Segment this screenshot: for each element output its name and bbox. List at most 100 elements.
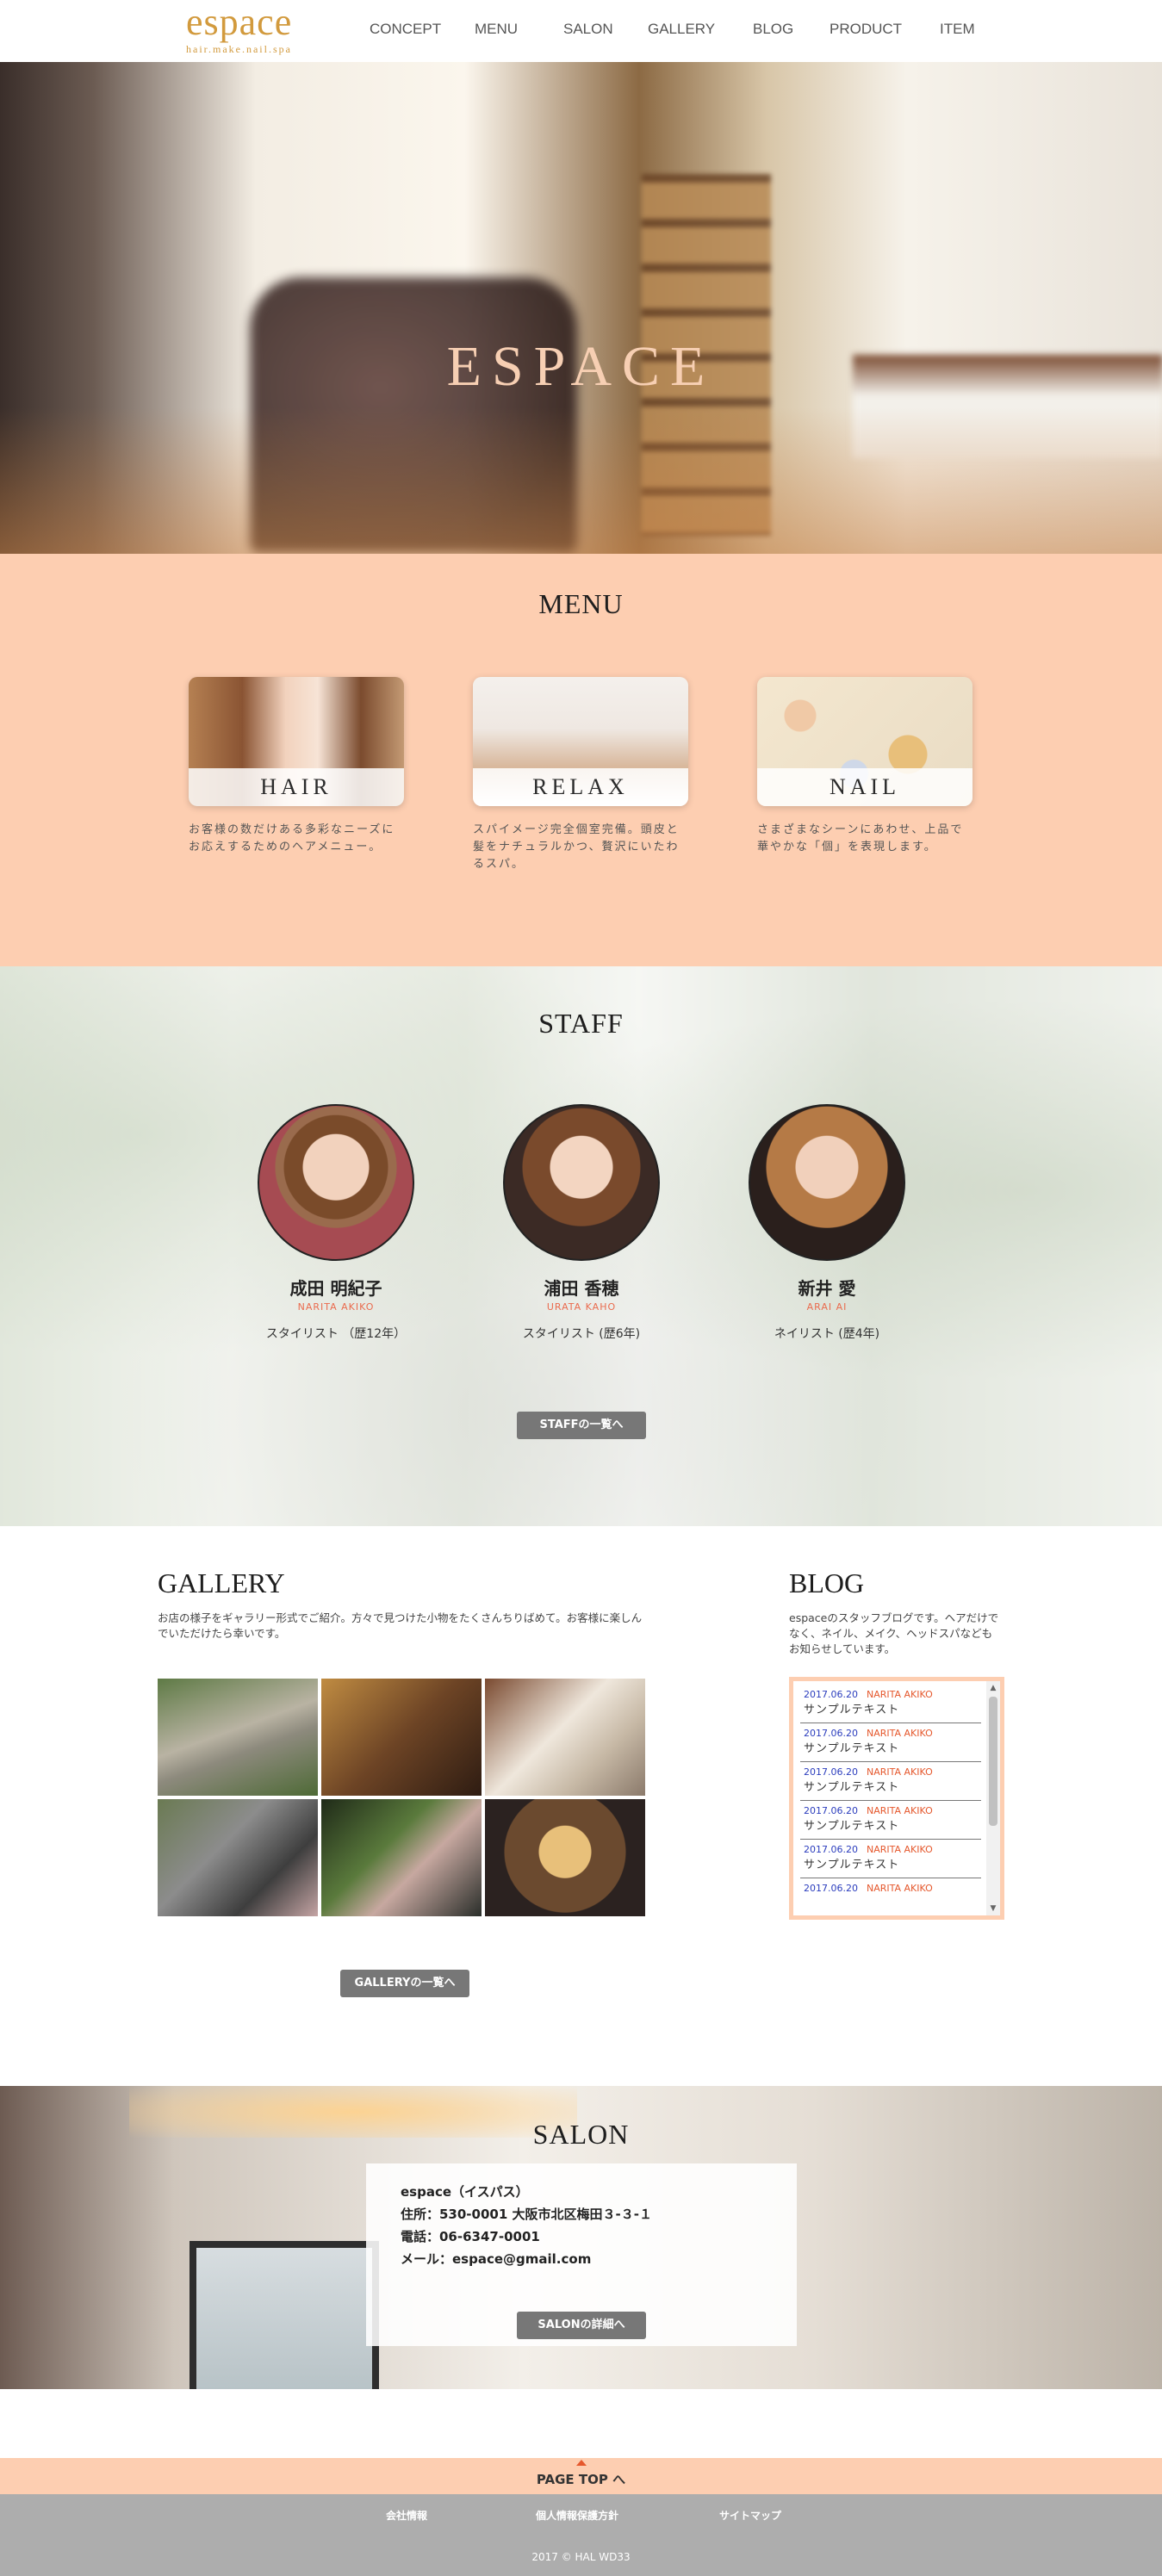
nav-gallery[interactable]: GALLERY <box>648 21 715 38</box>
nav-item[interactable]: ITEM <box>940 21 975 38</box>
scroll-up-icon[interactable]: ▲ <box>986 1681 1000 1695</box>
staff-list-button[interactable]: STAFFの一覧へ <box>517 1412 646 1439</box>
blog-feed[interactable]: 2017.06.20 NARITA AKIKO サンプルテキスト 2017.06.… <box>789 1677 1004 1920</box>
staff-name-romaji: URATA KAHO <box>546 1301 617 1313</box>
salon-email: メール：espace@gmail.com <box>401 2251 592 2267</box>
staff-name-romaji: NARITA AKIKO <box>297 1301 375 1313</box>
gallery-thumb[interactable] <box>485 1679 645 1796</box>
blog-author: NARITA AKIKO <box>866 1689 933 1700</box>
gallery-thumb[interactable] <box>485 1799 645 1916</box>
gallery-thumb[interactable] <box>158 1799 318 1916</box>
page-top-link[interactable]: PAGE TOP へ <box>537 2470 625 2488</box>
nav-menu[interactable]: MENU <box>475 21 518 38</box>
blog-date: 2017.06.20 <box>804 1766 858 1778</box>
menu-relax-desc: スパイメージ完全個室完備。頭皮と髪をナチュラルかつ、贅沢にいたわるスパ。 <box>473 823 680 871</box>
blog-desc: espaceのスタッフブログです。ヘアだけでなく、ネイル、メイク、ヘッドスパなど… <box>789 1611 999 1655</box>
blog-author: NARITA AKIKO <box>866 1883 933 1894</box>
gallery-list-button[interactable]: GALLERYの一覧へ <box>340 1970 469 1997</box>
hero-title: ESPACE <box>446 335 716 398</box>
main-nav: CONCEPT MENU SALON GALLERY BLOG PRODUCT … <box>0 21 1162 41</box>
staff-title: STAFF <box>538 1008 624 1039</box>
menu-card-hair[interactable]: HAIR お客様の数だけある多彩なニーズにお応えするためのヘアメニュー。 <box>189 677 404 856</box>
spacer <box>0 2389 1162 2458</box>
salon-section: SALON espace（イスパス） 住所：530-0001 大阪市北区梅田３-… <box>0 2086 1162 2389</box>
staff-name: 成田 明紀子 <box>289 1278 382 1299</box>
blog-date: 2017.06.20 <box>804 1728 858 1739</box>
logo-tagline: hair.make.nail.spa <box>186 43 292 55</box>
blog-entry[interactable]: 2017.06.20 NARITA AKIKO サンプルテキスト <box>800 1685 981 1723</box>
menu-card-relax[interactable]: RELAX スパイメージ完全個室完備。頭皮と髪をナチュラルかつ、贅沢にいたわるス… <box>473 677 688 873</box>
menu-relax-photo[interactable]: RELAX <box>473 677 688 806</box>
staff-member[interactable]: 浦田 香穂 URATA KAHO スタイリスト (歴6年) <box>478 1104 685 1342</box>
menu-card-nail[interactable]: NAIL さまざまなシーンにあわせ、上品で華やかな「個」を表現します。 <box>757 677 972 856</box>
blog-title: BLOG <box>789 1567 865 1598</box>
footer-link-privacy[interactable]: 個人情報保護方針 <box>536 2508 618 2523</box>
menu-hair-label: HAIR <box>189 768 404 806</box>
menu-section: MENU HAIR お客様の数だけある多彩なニーズにお応えするためのヘアメニュー… <box>0 554 1162 966</box>
staff-member[interactable]: 成田 明紀子 NARITA AKIKO スタイリスト （歴12年） <box>233 1104 439 1342</box>
menu-title: MENU <box>538 588 624 619</box>
staff-avatar[interactable] <box>258 1104 414 1261</box>
gallery-title: GALLERY <box>158 1567 285 1598</box>
staff-name: 浦田 香穂 <box>544 1278 619 1299</box>
blog-entry[interactable]: 2017.06.20 NARITA AKIKO サンプルテキスト <box>800 1723 981 1762</box>
hero-banner: ESPACE <box>0 62 1162 554</box>
blog-author: NARITA AKIKO <box>866 1844 933 1855</box>
staff-name-romaji: ARAI AI <box>806 1301 848 1313</box>
blog-date: 2017.06.20 <box>804 1883 858 1894</box>
salon-detail-button[interactable]: SALONの詳細へ <box>517 2312 646 2339</box>
staff-avatar[interactable] <box>503 1104 660 1261</box>
staff-role: スタイリスト （歴12年） <box>265 1327 407 1341</box>
staff-role: ネイリスト (歴4年) <box>774 1327 880 1341</box>
menu-nail-label: NAIL <box>757 768 972 806</box>
copyright: 2017 © HAL WD33 <box>531 2551 631 2563</box>
blog-author: NARITA AKIKO <box>866 1766 933 1778</box>
blog-scrollbar[interactable]: ▲ ▼ <box>986 1681 1000 1915</box>
gallery-thumb[interactable] <box>158 1679 318 1796</box>
gallery-thumb[interactable] <box>321 1799 482 1916</box>
arrow-up-icon <box>576 2460 587 2466</box>
blog-text: サンプルテキスト <box>804 1742 900 1755</box>
staff-avatar[interactable] <box>749 1104 905 1261</box>
site-header: espace hair.make.nail.spa CONCEPT MENU S… <box>0 0 1162 62</box>
staff-role: スタイリスト (歴6年) <box>522 1327 641 1341</box>
nav-concept[interactable]: CONCEPT <box>370 21 441 38</box>
blog-list: 2017.06.20 NARITA AKIKO サンプルテキスト 2017.06.… <box>793 1681 981 1899</box>
blog-entry[interactable]: 2017.06.20 NARITA AKIKO サンプルテキスト <box>800 1762 981 1801</box>
blog-entry[interactable]: 2017.06.20 NARITA AKIKO サンプルテキスト <box>800 1801 981 1840</box>
footer-link-sitemap[interactable]: サイトマップ <box>719 2508 781 2523</box>
gallery-thumb[interactable] <box>321 1679 482 1796</box>
salon-phone: 電話：06-6347-0001 <box>401 2229 540 2244</box>
staff-member[interactable]: 新井 愛 ARAI AI ネイリスト (歴4年) <box>724 1104 930 1342</box>
gallery-desc: お店の様子をギャラリー形式でご紹介。方々で見つけた小物をたくさんちりばめて。お客… <box>158 1611 643 1640</box>
menu-relax-label: RELAX <box>473 768 688 806</box>
hero-photo-floor <box>0 407 1162 554</box>
blog-entry[interactable]: 2017.06.20 NARITA AKIKO サンプルテキスト <box>800 1840 981 1878</box>
page-top-bar[interactable]: PAGE TOP へ <box>0 2458 1162 2494</box>
nav-product[interactable]: PRODUCT <box>830 21 902 38</box>
blog-date: 2017.06.20 <box>804 1805 858 1816</box>
salon-photo-window <box>190 2241 379 2389</box>
blog-text: サンプルテキスト <box>804 1820 900 1833</box>
blog-text: サンプルテキスト <box>804 1781 900 1794</box>
staff-name: 新井 愛 <box>798 1278 856 1299</box>
blog-author: NARITA AKIKO <box>866 1728 933 1739</box>
menu-nail-desc: さまざまなシーンにあわせ、上品で華やかな「個」を表現します。 <box>757 823 964 853</box>
blog-date: 2017.06.20 <box>804 1689 858 1700</box>
blog-text: サンプルテキスト <box>804 1704 900 1716</box>
blog-entry[interactable]: 2017.06.20 NARITA AKIKO <box>800 1878 981 1899</box>
salon-address: 住所：530-0001 大阪市北区梅田３-３-１ <box>401 2207 652 2222</box>
gallery-grid <box>158 1679 647 1916</box>
nav-blog[interactable]: BLOG <box>753 21 793 38</box>
blog-date: 2017.06.20 <box>804 1844 858 1855</box>
nav-salon[interactable]: SALON <box>563 21 613 38</box>
menu-nail-photo[interactable]: NAIL <box>757 677 972 806</box>
blog-text: サンプルテキスト <box>804 1859 900 1871</box>
menu-hair-photo[interactable]: HAIR <box>189 677 404 806</box>
footer-link-company[interactable]: 会社情報 <box>386 2508 427 2523</box>
site-footer: 会社情報 個人情報保護方針 サイトマップ 2017 © HAL WD33 <box>0 2494 1162 2576</box>
scroll-down-icon[interactable]: ▼ <box>986 1902 1000 1915</box>
gallery-blog-section: GALLERY お店の様子をギャラリー形式でご紹介。方々で見つけた小物をたくさん… <box>0 1526 1162 2086</box>
salon-name: espace（イスパス） <box>401 2184 529 2200</box>
scroll-thumb[interactable] <box>989 1697 997 1826</box>
